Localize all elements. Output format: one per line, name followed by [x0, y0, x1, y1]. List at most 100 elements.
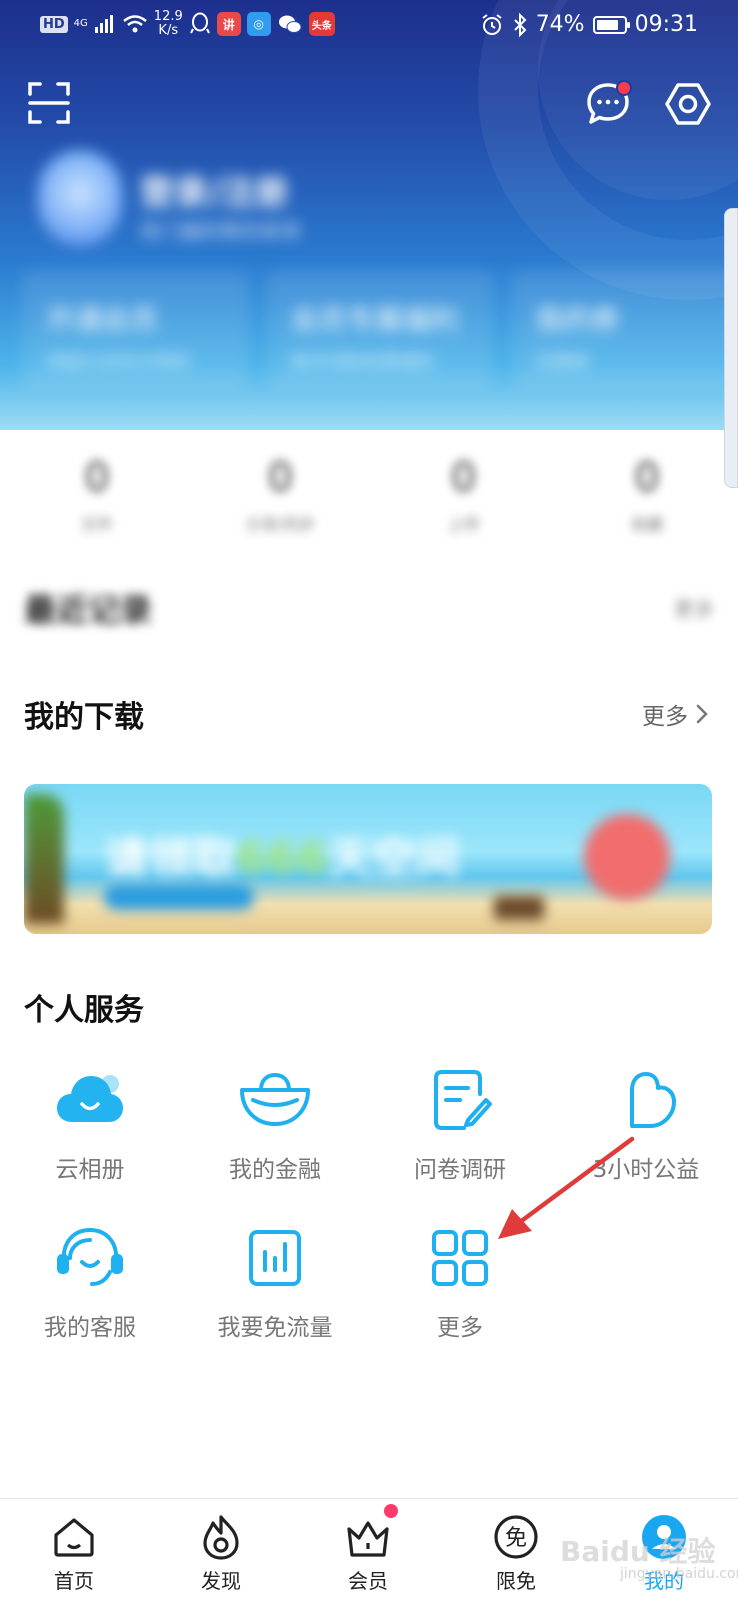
promo-card[interactable]: 会员专属福利 每月领取免费福利: [266, 270, 494, 390]
battery-percent: 74%: [535, 12, 585, 37]
bluetooth-icon: [513, 12, 527, 37]
settings-hexagon-icon: [665, 83, 711, 125]
recent-section-blurred: 最近记录 更多: [24, 585, 714, 635]
stat-value: 0: [634, 455, 660, 501]
settings-button[interactable]: [664, 80, 712, 128]
gold-ingot-icon: [240, 1073, 310, 1126]
user-subtitle: 热门福利等你来领: [140, 219, 300, 243]
home-icon: [54, 1518, 94, 1557]
chart-icon: [249, 1230, 301, 1286]
promo-subtitle: 优惠券: [535, 352, 590, 373]
service-free-data[interactable]: 我要免流量: [185, 1222, 365, 1352]
banner-sub-pill: [104, 884, 254, 910]
service-label: 云相册: [55, 1157, 125, 1183]
nav-label: 发现: [201, 1569, 241, 1593]
notification-dot: [616, 80, 632, 96]
scan-button[interactable]: [28, 82, 70, 124]
flame-icon: [203, 1515, 239, 1560]
recent-more-link[interactable]: 更多: [674, 593, 714, 622]
promo-card[interactable]: 开通会员 享超大空间与特权: [22, 270, 249, 390]
net-speed-value: 12.9: [153, 9, 183, 24]
service-label: 更多: [437, 1315, 483, 1341]
stat-value: 0: [267, 455, 294, 501]
downloads-more-label: 更多: [642, 704, 688, 730]
watermark-url: jingyan.baidu.com: [620, 1566, 738, 1582]
alarm-icon: [482, 13, 502, 35]
svg-text:免: 免: [505, 1526, 527, 1551]
stat-label: 文件: [80, 515, 113, 534]
services-title: 个人服务: [24, 993, 144, 1028]
net-speed-unit: K/s: [158, 23, 179, 38]
banner-art-blurred: 请领取666天空间: [24, 784, 712, 934]
nav-label: 限免: [496, 1569, 536, 1593]
nav-member[interactable]: 会员: [318, 1513, 418, 1594]
banner-headline: 请领取666天空间: [104, 822, 460, 886]
service-label: 我要免流量: [217, 1315, 333, 1341]
stat-item[interactable]: 0 分享/同步: [205, 455, 355, 555]
service-customer-support[interactable]: 我的客服: [0, 1222, 180, 1352]
recent-title: 最近记录: [24, 591, 153, 629]
clock: 09:31: [634, 12, 698, 37]
app-badge-toutiao: 头条: [308, 12, 335, 36]
stat-label: 分享/同步: [245, 515, 316, 534]
scan-icon: [28, 82, 70, 124]
wechat-icon: [278, 15, 302, 33]
stat-item[interactable]: 0 上传: [389, 455, 539, 555]
promo-banner[interactable]: 请领取666天空间: [24, 784, 712, 934]
promo-subtitle: 享超大空间与特权: [46, 352, 190, 373]
service-label: 我的金融: [229, 1157, 321, 1183]
qq-icon: [189, 12, 210, 34]
banner-text-c: 天空间: [327, 833, 460, 884]
downloads-more-link[interactable]: 更多: [642, 697, 708, 731]
annotation-arrow-icon: [498, 1136, 635, 1239]
banner-text-b: 666: [236, 833, 328, 884]
downloads-title: 我的下载: [24, 700, 144, 735]
promo-title: 我的券: [535, 303, 620, 336]
status-bar: HD 4G 12.9 K/s 讲 ◎ 头条 74% 09:31: [0, 0, 738, 52]
nav-discover[interactable]: 发现: [171, 1513, 271, 1594]
hd-indicator: HD: [40, 15, 68, 33]
signal-icon: [94, 15, 113, 33]
stat-item[interactable]: 0 收藏: [572, 455, 722, 555]
nav-label: 会员: [348, 1569, 388, 1593]
crown-icon: [347, 1521, 389, 1557]
stat-value: 0: [84, 455, 110, 501]
stats-row: 0 文件 0 分享/同步 0 上传 0 收藏: [22, 455, 722, 555]
chevron-right-icon: [696, 704, 708, 724]
member-notification-dot: [384, 1504, 398, 1518]
promo-title: 会员专属福利: [290, 303, 459, 336]
cloud-icon: [57, 1075, 123, 1122]
promo-card[interactable]: 我的券 优惠券: [511, 270, 738, 390]
wifi-icon: [123, 15, 147, 33]
stat-label: 上传: [447, 515, 480, 534]
service-cloud-album[interactable]: 云相册: [0, 1064, 180, 1194]
service-label: 我的客服: [44, 1315, 136, 1341]
user-name[interactable]: 登录/注册: [140, 165, 288, 214]
survey-icon: [434, 1070, 492, 1130]
promo-title: 开通会员: [46, 303, 159, 336]
network-type: 4G: [73, 18, 88, 29]
profile-header: HD 4G 12.9 K/s 讲 ◎ 头条 74% 09:31 登录/注册 热门…: [0, 0, 738, 430]
watermark: Baidu 经验: [560, 1535, 716, 1568]
avatar[interactable]: [38, 150, 122, 246]
service-my-finance[interactable]: 我的金融: [185, 1064, 365, 1194]
banner-cta-circle: [584, 814, 670, 900]
grid-icon: [432, 1230, 488, 1286]
stat-item[interactable]: 0 文件: [22, 455, 172, 555]
stat-label: 收藏: [630, 515, 663, 534]
promo-subtitle: 每月领取免费福利: [290, 352, 435, 373]
treasure-chest-art: [494, 896, 544, 920]
promo-cards: 开通会员 享超大空间与特权 会员专属福利 每月领取免费福利 我的券 优惠券: [22, 270, 738, 390]
stat-value: 0: [450, 455, 477, 501]
nav-free[interactable]: 免 限免: [466, 1513, 566, 1594]
palm-tree-art: [24, 794, 64, 924]
app-badge-jiang: 讲: [216, 12, 241, 36]
net-speed: 12.9 K/s: [154, 10, 183, 38]
browser-app-icon: ◎: [246, 12, 271, 36]
heart-icon: [630, 1072, 676, 1128]
side-pull-tab[interactable]: [724, 208, 738, 488]
banner-text-a: 请领取: [104, 833, 236, 884]
nav-label: 首页: [54, 1569, 94, 1593]
nav-home[interactable]: 首页: [24, 1513, 124, 1594]
headset-icon: [57, 1228, 123, 1286]
